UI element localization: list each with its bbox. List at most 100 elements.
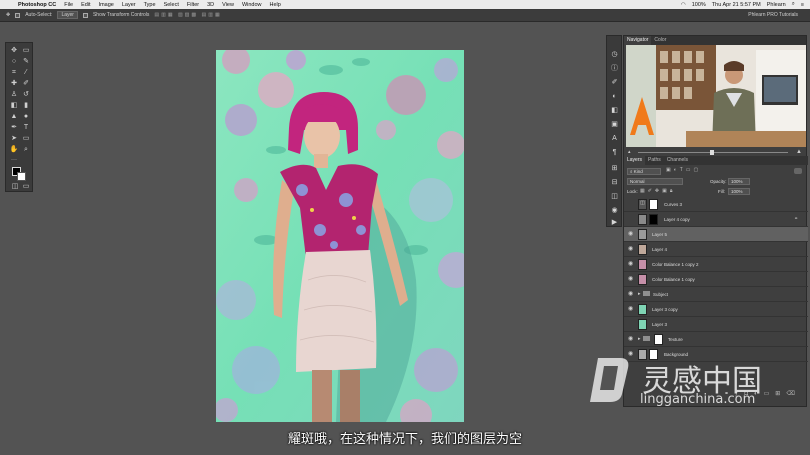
visibility-eye-icon[interactable]: ◉ xyxy=(628,231,635,238)
layer-name[interactable]: Curves 3 xyxy=(664,202,682,207)
layer-row[interactable]: Layer 3 xyxy=(624,317,808,332)
layer-row-selected[interactable]: ◉ Layer 5 xyxy=(624,227,808,242)
layer-row[interactable]: Layer 4 copy ⚭ xyxy=(624,212,808,227)
info-panel-icon[interactable]: ⓘ xyxy=(610,64,619,73)
eyedropper-icon[interactable]: ⁄ xyxy=(21,68,31,77)
paragraph-panel-icon[interactable]: ¶ xyxy=(610,148,619,157)
lasso-tool-icon[interactable]: ○ xyxy=(9,57,19,66)
menu-filter[interactable]: Filter xyxy=(183,2,203,8)
wifi-icon[interactable]: ◠ xyxy=(681,2,686,8)
list-icon[interactable]: ≡ xyxy=(801,2,804,8)
layer-row[interactable]: ◉ Layer 3 copy xyxy=(624,302,808,317)
document-canvas[interactable] xyxy=(216,50,464,422)
group-name[interactable]: Subject xyxy=(653,292,668,297)
3d-panel-icon[interactable]: ◉ xyxy=(610,206,619,215)
visibility-eye-icon[interactable]: ◉ xyxy=(628,336,635,343)
layer-group-row[interactable]: ◉ ▸ Texture xyxy=(624,332,808,347)
menu-file[interactable]: File xyxy=(60,2,77,8)
layer-group-row[interactable]: ◉ ▸ Subject xyxy=(624,287,808,302)
fill-field[interactable]: 100% xyxy=(728,188,750,195)
zoom-out-icon[interactable]: ▴ xyxy=(628,149,631,155)
layer-row[interactable]: ◉ Color Balance 1 copy 2 xyxy=(624,257,808,272)
layer-name[interactable]: Color Balance 1 copy 2 xyxy=(652,262,699,267)
zoom-thumb[interactable] xyxy=(710,150,714,155)
layer-row[interactable]: ◫ Curves 3 xyxy=(624,197,808,212)
more-tools-icon[interactable]: ··· xyxy=(9,156,19,165)
layer-name[interactable]: Layer 4 copy xyxy=(664,217,690,222)
search-icon[interactable]: ⌕ xyxy=(792,1,795,8)
navigator-zoom-slider[interactable]: ▴ ▲ xyxy=(626,149,806,156)
menu-edit[interactable]: Edit xyxy=(77,2,94,8)
visibility-eye-icon[interactable]: ◉ xyxy=(628,246,635,253)
timeline-icon[interactable]: ▶ xyxy=(610,218,619,227)
tab-navigator[interactable]: Navigator xyxy=(624,36,652,45)
eraser-tool-icon[interactable]: ◧ xyxy=(9,101,19,110)
menu-view[interactable]: View xyxy=(218,2,238,8)
clone-source-icon[interactable]: ▣ xyxy=(610,120,619,129)
filter-icons[interactable]: ▣◐T▭▢ xyxy=(666,167,701,173)
zoom-in-icon[interactable]: ▲ xyxy=(796,149,802,155)
align-icons[interactable]: ▤▥▦ ▧▨▩ ▤▥▦ xyxy=(154,12,221,18)
menu-layer[interactable]: Layer xyxy=(118,2,140,8)
clone-stamp-icon[interactable]: ♙ xyxy=(9,90,19,99)
layer-mask-thumb[interactable] xyxy=(649,214,658,225)
group-mask-thumb[interactable] xyxy=(654,334,663,345)
filter-kind-dropdown[interactable]: ⌕ Kind xyxy=(627,168,661,175)
layer-name[interactable]: Layer 3 copy xyxy=(652,307,678,312)
layer-row[interactable]: ◉ Layer 4 xyxy=(624,242,808,257)
marquee-tool-icon[interactable]: ▭ xyxy=(21,46,31,55)
layer-row[interactable]: ◉ Color Balance 1 copy xyxy=(624,272,808,287)
menu-type[interactable]: Type xyxy=(140,2,160,8)
group-name[interactable]: Texture xyxy=(668,337,683,342)
adjustments-panel-icon[interactable]: ◐ xyxy=(610,92,619,101)
move-tool-icon[interactable]: ✥ xyxy=(9,46,19,55)
gradient-tool-icon[interactable]: ▮ xyxy=(21,101,31,110)
blend-mode-dropdown[interactable]: Normal xyxy=(627,178,683,185)
expand-arrow-icon[interactable]: ▸ xyxy=(638,291,641,297)
tab-layers[interactable]: Layers xyxy=(624,156,646,165)
pen-tool-icon[interactable]: ✒ xyxy=(9,123,19,132)
transform-controls-checkbox[interactable] xyxy=(82,12,88,18)
quick-mask-icon[interactable]: ◫ xyxy=(10,182,20,191)
crop-tool-icon[interactable]: ⌗ xyxy=(9,68,19,77)
layer-name[interactable]: Color Balance 1 copy xyxy=(652,277,695,282)
healing-brush-icon[interactable]: ✚ xyxy=(9,79,19,88)
navigator-preview[interactable] xyxy=(626,45,806,147)
auto-select-dropdown[interactable]: Layer xyxy=(57,11,78,19)
auto-select-checkbox[interactable] xyxy=(15,12,21,18)
background-color-swatch[interactable] xyxy=(17,172,26,181)
character-panel-icon[interactable]: A xyxy=(610,134,619,143)
tab-color[interactable]: Color xyxy=(651,36,669,45)
user-name[interactable]: Phlearn xyxy=(767,2,786,8)
tab-channels[interactable]: Channels xyxy=(664,156,691,165)
tab-paths[interactable]: Paths xyxy=(645,156,664,165)
styles-panel-icon[interactable]: ◧ xyxy=(610,106,619,115)
history-brush-icon[interactable]: ↺ xyxy=(21,90,31,99)
visibility-eye-icon[interactable]: ◉ xyxy=(628,291,635,298)
path-select-icon[interactable]: ➤ xyxy=(9,134,19,143)
properties-icon[interactable]: ⊟ xyxy=(610,178,619,187)
menu-3d[interactable]: 3D xyxy=(203,2,218,8)
menu-image[interactable]: Image xyxy=(95,2,118,8)
menu-app-name[interactable]: Photoshop CC xyxy=(14,2,60,8)
visibility-eye-icon[interactable]: ◉ xyxy=(628,276,635,283)
layer-name[interactable]: Layer 5 xyxy=(652,232,667,237)
brush-tool-icon[interactable]: ✐ xyxy=(21,79,31,88)
layer-mask-thumb[interactable] xyxy=(649,199,658,210)
screen-mode-icon[interactable]: ▭ xyxy=(21,182,31,191)
hand-tool-icon[interactable]: ✋ xyxy=(9,145,19,154)
type-tool-icon[interactable]: T xyxy=(21,123,31,132)
menu-select[interactable]: Select xyxy=(160,2,183,8)
zoom-tool-icon[interactable]: ⌕ xyxy=(21,145,31,154)
expand-arrow-icon[interactable]: ▸ xyxy=(638,336,641,342)
shape-tool-icon[interactable]: ▭ xyxy=(21,134,31,143)
clock[interactable]: Thu Apr 21 5:57 PM xyxy=(712,2,761,8)
layer-name[interactable]: Layer 4 xyxy=(652,247,667,252)
blur-tool-icon[interactable]: ▲ xyxy=(9,112,19,121)
workspace-label[interactable]: Phlearn PRO Tutorials xyxy=(748,12,810,18)
opacity-field[interactable]: 100% xyxy=(728,178,750,185)
move-tool-icon[interactable]: ✥ xyxy=(6,12,10,18)
layer-comps-icon[interactable]: ◫ xyxy=(610,192,619,201)
channels-icon[interactable]: ⊞ xyxy=(610,164,619,173)
layer-name[interactable]: Layer 3 xyxy=(652,322,667,327)
